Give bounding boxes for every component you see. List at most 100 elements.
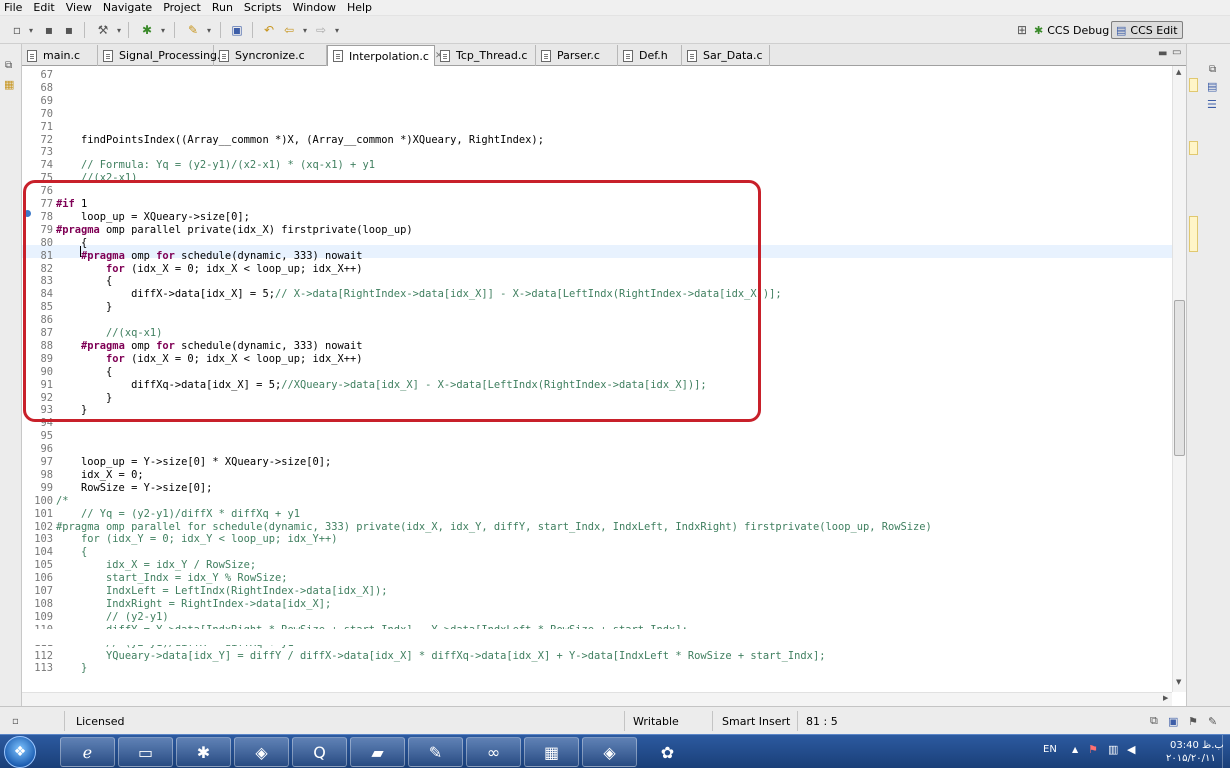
code-line: 85 } — [22, 301, 1172, 314]
code-text: { — [56, 546, 88, 559]
line-number: 95 — [40, 430, 53, 443]
start-button[interactable]: ❖ — [4, 736, 36, 768]
tab-syncronize-c[interactable]: Syncronize.c — [214, 45, 327, 66]
minimize-editor-icon[interactable]: ▬ — [1158, 48, 1167, 59]
notepad-icon[interactable]: ✎ — [408, 737, 463, 767]
menu-scripts[interactable]: Scripts — [240, 0, 289, 16]
line-number: 102 — [34, 520, 53, 533]
build-dropdown-icon[interactable]: ▾ — [110, 21, 128, 39]
status-separator — [712, 711, 713, 731]
code-line: 112 YQueary->data[idx_Y] = diffY / diffX… — [22, 650, 1172, 663]
file-explorer-icon[interactable]: ▭ — [118, 737, 173, 767]
qt-creator-icon[interactable]: Q — [292, 737, 347, 767]
paint-icon[interactable]: ✿ — [640, 737, 695, 767]
system-tray: EN ▲ ⚑ ▥ ◀ 03:40 ب.ظ ۲۰۱۵/۲۰/۱۱ — [1030, 735, 1230, 768]
code-text: //(x2-x1) — [81, 172, 138, 185]
breakpoint-marker-icon[interactable] — [24, 210, 31, 217]
debug-dropdown-icon[interactable]: ▾ — [154, 21, 172, 39]
line-number: 92 — [40, 391, 53, 404]
menu-edit[interactable]: Edit — [29, 0, 61, 16]
perspective-ccs-debug[interactable]: ✱ CCS Debug — [1030, 21, 1113, 39]
horizontal-scrollbar[interactable]: ▶ — [22, 692, 1172, 706]
tab-parser-c[interactable]: Parser.c — [536, 45, 618, 66]
console-icon[interactable]: ▣ — [1168, 707, 1178, 735]
new-dropdown-icon[interactable]: ▾ — [22, 21, 40, 39]
action-center-flag-icon[interactable]: ⚑ — [1088, 743, 1098, 756]
line-number: 112 — [34, 649, 53, 662]
menu-view[interactable]: View — [62, 0, 99, 16]
clock-time[interactable]: 03:40 ب.ظ — [1170, 740, 1224, 751]
code-line: 104 { — [22, 546, 1172, 559]
visual-studio-icon[interactable]: ∞ — [466, 737, 521, 767]
status-separator — [624, 711, 625, 731]
code-line: 92 } — [22, 392, 1172, 405]
restore-icon[interactable]: ⧉ — [5, 60, 12, 71]
sticky-notes-icon[interactable]: ▰ — [350, 737, 405, 767]
problems-icon[interactable]: ⚑ — [1188, 707, 1198, 735]
last-edit-icon[interactable]: ↶ — [260, 21, 278, 39]
code-text: findPointsIndex((Array__common *)X, (Arr… — [56, 133, 544, 146]
clock-date[interactable]: ۲۰۱۵/۲۰/۱۱ — [1166, 753, 1216, 764]
toolbar-separator — [128, 22, 129, 38]
restore-icon[interactable]: ⧉ — [1150, 707, 1158, 735]
save-icon[interactable]: ▪ — [40, 21, 58, 39]
menu-run[interactable]: Run — [208, 0, 240, 16]
vertical-scrollbar[interactable]: ▲ ▼ — [1172, 66, 1186, 692]
menu-help[interactable]: Help — [343, 0, 379, 16]
line-number: 70 — [40, 107, 53, 120]
virtual-box-icon[interactable]: ◈ — [234, 737, 289, 767]
windows-logo-icon: ❖ — [13, 744, 27, 760]
ccs-ide-icon[interactable]: ✱ — [176, 737, 231, 767]
forward-dropdown-icon[interactable]: ▾ — [328, 21, 346, 39]
c-file-icon — [219, 49, 229, 62]
scroll-down-icon[interactable]: ▼ — [1176, 678, 1181, 686]
internet-explorer-icon[interactable]: ℯ — [60, 737, 115, 767]
line-number: 69 — [40, 94, 53, 107]
menu-navigate[interactable]: Navigate — [99, 0, 159, 16]
show-desktop-button[interactable] — [1222, 735, 1230, 768]
scroll-up-icon[interactable]: ▲ — [1176, 68, 1181, 76]
tab-main-c[interactable]: main.c — [22, 45, 98, 66]
menu-file[interactable]: File — [0, 0, 29, 16]
tab-tcp-thread-c[interactable]: Tcp_Thread.c — [435, 45, 536, 66]
terminal-icon[interactable]: ▣ — [228, 21, 246, 39]
tray-expand-icon[interactable]: ▲ — [1072, 745, 1078, 754]
volume-icon[interactable]: ◀ — [1127, 743, 1135, 756]
fast-view-icon[interactable]: ▫ — [12, 707, 19, 735]
perspective-ccs-edit[interactable]: ▤ CCS Edit — [1111, 21, 1183, 39]
line-number: 80 — [40, 236, 53, 249]
language-indicator[interactable]: EN — [1043, 744, 1057, 755]
tab-interpolation-c[interactable]: Interpolation.c ✕ — [327, 45, 443, 66]
line-number: 72 — [40, 133, 53, 146]
restore-icon[interactable]: ⧉ — [1209, 64, 1216, 75]
search-view-icon[interactable]: ✎ — [1208, 707, 1217, 735]
code-line: 76 — [22, 185, 1172, 198]
app-installer-icon[interactable]: ▦ — [524, 737, 579, 767]
scroll-right-icon[interactable]: ▶ — [1163, 694, 1168, 702]
save-all-icon[interactable]: ▪ — [60, 21, 78, 39]
line-number: 100 — [34, 494, 53, 507]
menu-window[interactable]: Window — [289, 0, 343, 16]
tab-sar-data-c[interactable]: Sar_Data.c — [682, 45, 770, 66]
tasks-view-icon[interactable]: ☰ — [1207, 98, 1217, 111]
code-editor[interactable]: 67 68 69 70 71 72 findPointsIndex((Array__com… — [22, 66, 1172, 692]
project-explorer-icon[interactable]: ▦ — [4, 78, 14, 91]
text-cursor — [80, 246, 81, 257]
tab-def-h[interactable]: Def.h — [618, 45, 682, 66]
maximize-editor-icon[interactable]: ▭ — [1172, 47, 1181, 58]
scrollbar-thumb[interactable] — [1174, 300, 1185, 456]
menu-project[interactable]: Project — [159, 0, 208, 16]
network-icon[interactable]: ▥ — [1108, 743, 1118, 756]
virtual-machine-icon[interactable]: ◈ — [582, 737, 637, 767]
code-text: start_Indx = idx_Y % RowSize; — [56, 572, 288, 585]
windows-taskbar: ❖ ℯ ▭ ✱ ◈ Q ▰ ✎ ∞ ▦ ◈ ✿ EN ▲ ⚑ ▥ ◀ 03:40… — [0, 734, 1230, 768]
code-line: 99 RowSize = Y->size[0]; — [22, 482, 1172, 495]
code-line: 88 #pragma omp for schedule(dynamic, 333… — [22, 340, 1172, 353]
overview-ruler-marker — [1189, 141, 1198, 155]
tab-signal-processing-c[interactable]: Signal_Processing.c — [98, 45, 227, 66]
flash-dropdown-icon[interactable]: ▾ — [200, 21, 218, 39]
line-number: 87 — [40, 327, 53, 339]
open-perspective-icon[interactable]: ⊞ — [1013, 21, 1031, 39]
code-text: diffXq->data[idx_X] = 5;//XQueary->data[… — [56, 378, 707, 391]
outline-view-icon[interactable]: ▤ — [1207, 80, 1217, 93]
